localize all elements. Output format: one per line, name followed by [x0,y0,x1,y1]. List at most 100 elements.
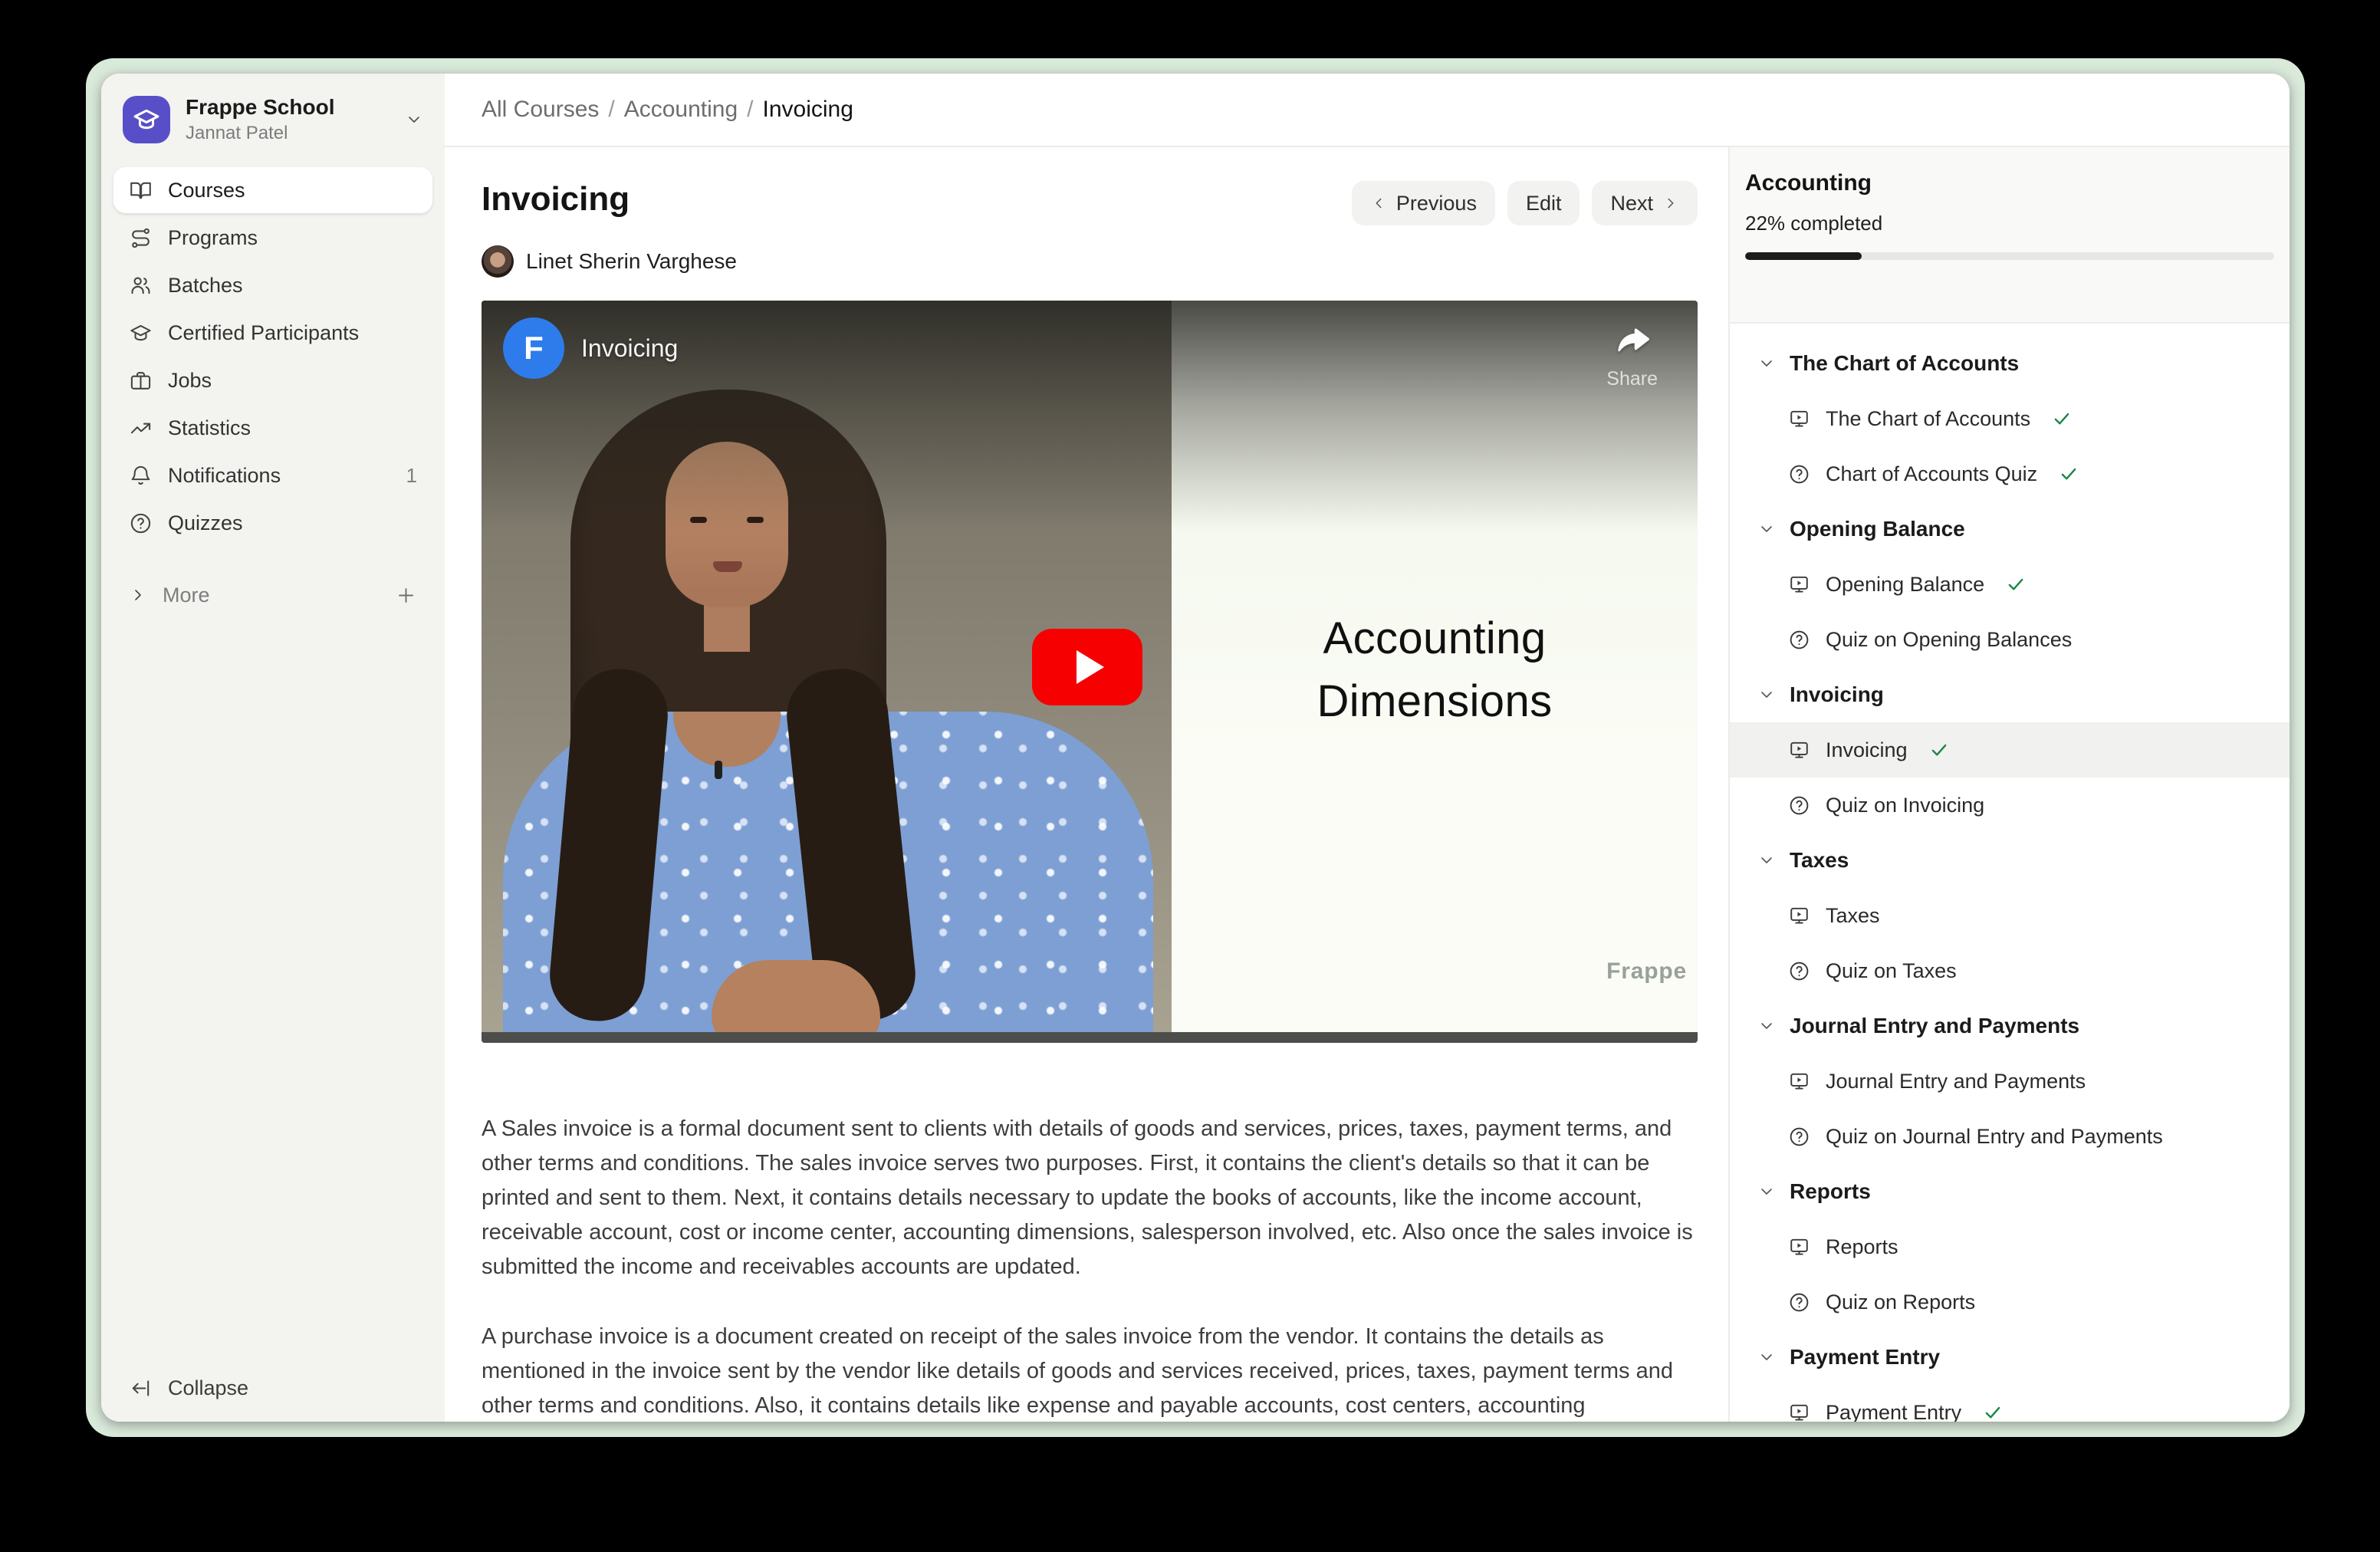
breadcrumb-all-courses[interactable]: All Courses [482,97,599,123]
sidebar-item-label: Jobs [168,369,212,393]
video-lesson-icon [1788,408,1810,430]
lesson-row[interactable]: The Chart of Accounts [1730,391,2290,446]
lesson-title-row: Invoicing Previous Edit Nex [482,179,1698,225]
chevron-down-icon [1757,686,1776,704]
graduation-cap-icon [129,321,153,345]
share-button[interactable]: Share [1606,321,1658,390]
chapter-title: Reports [1790,1179,1871,1204]
slide-title-line1: Accounting [1172,607,1698,670]
next-button[interactable]: Next [1592,181,1698,225]
check-icon [1929,740,1949,760]
plus-icon[interactable] [395,584,417,607]
chevron-down-icon [1757,851,1776,870]
previous-button[interactable]: Previous [1352,181,1495,225]
video-slide: Accounting Dimensions [1172,301,1698,1043]
chapter-row[interactable]: Journal Entry and Payments [1730,998,2290,1054]
lesson-title: Quiz on Opening Balances [1826,628,2072,652]
play-button[interactable] [1032,629,1142,705]
lesson-row[interactable]: Payment Entry [1730,1385,2290,1422]
sidebar-item-label: Courses [168,179,245,202]
sidebar-item-notifications[interactable]: Notifications1 [113,452,432,498]
quiz-icon [1788,1291,1810,1314]
workspace-switcher[interactable]: Frappe School Jannat Patel [113,89,432,166]
user-name: Jannat Patel [186,123,334,144]
users-icon [129,274,153,298]
collapse-label: Collapse [168,1376,248,1400]
edit-button[interactable]: Edit [1507,181,1580,225]
workspace-labels: Frappe School Jannat Patel [186,95,334,144]
breadcrumb-separator: / [608,97,614,123]
check-icon [2006,574,2026,594]
lesson-row[interactable]: Reports [1730,1219,2290,1274]
lesson-title: The Chart of Accounts [1826,407,2030,431]
chapter-title: Opening Balance [1790,517,1965,541]
lesson-row[interactable]: Invoicing [1730,722,2290,778]
chapter-row[interactable]: Taxes [1730,833,2290,888]
lesson-title: Opening Balance [1826,573,1984,597]
app-window: Frappe School Jannat Patel Courses Progra… [86,58,2305,1437]
share-icon [1612,321,1653,362]
lesson-row[interactable]: Taxes [1730,888,2290,943]
next-label: Next [1610,192,1653,215]
sidebar-item-quizzes[interactable]: Quizzes [113,500,432,546]
sidebar-item-batches[interactable]: Batches [113,262,432,308]
lesson-title: Invoicing [1826,738,1908,762]
main-area: All Courses / Accounting / Invoicing Inv… [445,74,2290,1422]
sidebar-nav: Courses Programs Batches Certified Particip… [113,166,432,547]
bell-icon [129,464,153,488]
author-name: Linet Sherin Varghese [526,249,737,274]
share-label: Share [1606,368,1658,390]
breadcrumb-current: Invoicing [763,97,853,123]
chevron-down-icon [1757,354,1776,373]
video-title-text[interactable]: Invoicing [581,334,678,363]
book-open-icon [129,179,153,202]
quiz-icon [1788,629,1810,651]
sidebar-item-courses[interactable]: Courses [113,167,432,213]
notification-count-badge: 1 [406,464,417,488]
slide-title: Accounting Dimensions [1172,607,1698,733]
briefcase-icon [129,369,153,393]
lesson-title: Quiz on Reports [1826,1291,1975,1314]
breadcrumb-accounting[interactable]: Accounting [624,97,738,123]
chapter-row[interactable]: Reports [1730,1164,2290,1219]
lesson-title: Chart of Accounts Quiz [1826,462,2037,486]
presenter-face [690,517,707,523]
lesson-row[interactable]: Journal Entry and Payments [1730,1054,2290,1109]
chevron-left-icon [1370,195,1387,212]
video-lesson-icon [1788,905,1810,927]
video-player[interactable]: Accounting Dimensions F Invoicing [482,301,1698,1043]
quiz-icon [1788,794,1810,817]
chapter-row[interactable]: Invoicing [1730,667,2290,722]
sidebar-item-programs[interactable]: Programs [113,215,432,261]
quiz-row[interactable]: Quiz on Opening Balances [1730,612,2290,667]
quiz-row[interactable]: Quiz on Taxes [1730,943,2290,998]
quiz-row[interactable]: Quiz on Invoicing [1730,778,2290,833]
frappe-channel-logo: F [503,317,564,379]
lesson-row[interactable]: Opening Balance [1730,557,2290,612]
quiz-row[interactable]: Quiz on Journal Entry and Payments [1730,1109,2290,1164]
chapter-row[interactable]: Payment Entry [1730,1330,2290,1385]
collapse-sidebar-button[interactable]: Collapse [113,1376,432,1400]
lesson-content: Invoicing Previous Edit Nex [445,147,1728,1422]
body-row: Invoicing Previous Edit Nex [445,147,2290,1422]
quiz-row[interactable]: Chart of Accounts Quiz [1730,446,2290,501]
chapter-row[interactable]: The Chart of Accounts [1730,336,2290,391]
sidebar: Frappe School Jannat Patel Courses Progra… [101,74,445,1422]
course-progress-header: Accounting 22% completed [1730,147,2290,324]
sidebar-item-more[interactable]: More [113,572,432,618]
chevron-down-icon [1757,1348,1776,1366]
chapter-row[interactable]: Opening Balance [1730,501,2290,557]
previous-label: Previous [1396,192,1477,215]
frappe-watermark: Frappe [1606,958,1687,985]
quiz-row[interactable]: Quiz on Reports [1730,1274,2290,1330]
sidebar-item-statistics[interactable]: Statistics [113,405,432,451]
sidebar-item-label: Batches [168,274,243,298]
breadcrumb: All Courses / Accounting / Invoicing [445,74,2290,147]
lesson-title: Quiz on Invoicing [1826,794,1984,817]
sidebar-item-certified-participants[interactable]: Certified Participants [113,310,432,356]
sidebar-item-jobs[interactable]: Jobs [113,357,432,403]
presenter-mic [715,761,722,779]
desktop-background: Frappe School Jannat Patel Courses Progra… [0,0,2380,1552]
lesson-title: Reports [1826,1235,1898,1259]
presenter-face [713,561,742,572]
